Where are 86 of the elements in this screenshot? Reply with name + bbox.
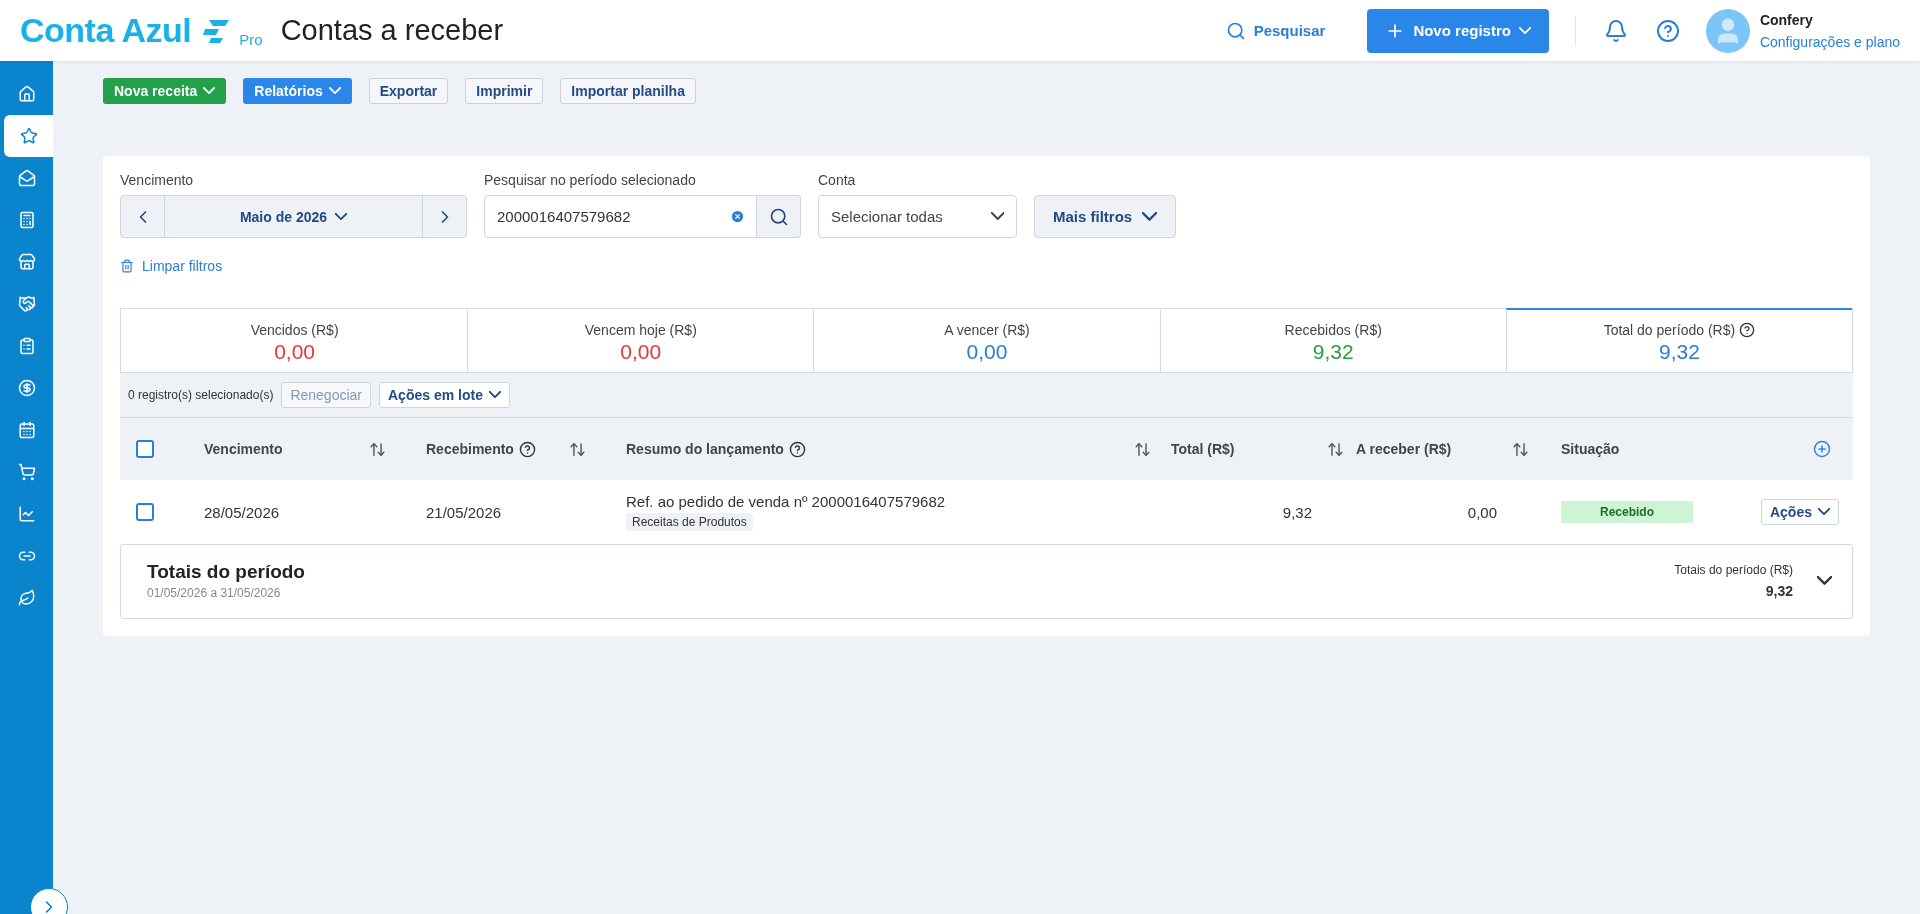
settings-link[interactable]: Configurações e plano — [1759, 33, 1900, 50]
summary-card[interactable]: Vencidos (R$) 0,00 — [121, 308, 468, 372]
column-label: Situação — [1561, 441, 1620, 457]
selection-count: 0 registro(s) selecionado(s) — [128, 388, 274, 402]
checkbox[interactable] — [136, 503, 154, 521]
search-button[interactable] — [757, 195, 801, 238]
table-cell-text: 21/05/2026 — [425, 503, 503, 521]
summary-value: 9,32 — [1658, 340, 1700, 364]
column-label: Resumo do lançamento — [626, 441, 784, 457]
help-icon[interactable] — [518, 440, 536, 458]
chevron-down-icon — [1818, 508, 1830, 516]
user-name: Confery — [1759, 11, 1814, 28]
page-title: Contas a receber — [280, 14, 504, 47]
column-header[interactable]: Vencimento — [184, 440, 406, 458]
summary-value: 9,32 — [1312, 340, 1354, 364]
sort-icon[interactable] — [569, 440, 586, 458]
caret-icon — [1817, 576, 1832, 585]
help-icon[interactable] — [1739, 322, 1756, 338]
column-header[interactable]: Situação — [1541, 441, 1733, 457]
column-header[interactable]: A receber (R$) — [1356, 440, 1541, 458]
search-icon — [1225, 20, 1246, 41]
summary-card[interactable]: Vencem hoje (R$) 0,00 — [467, 308, 814, 372]
search-icon — [768, 206, 789, 227]
column-label: Vencimento — [204, 441, 283, 457]
search-button[interactable]: Pesquisar — [1219, 19, 1332, 42]
totals-title: Totais do período — [147, 561, 305, 583]
sort-icon[interactable] — [1134, 440, 1151, 458]
summary-value: 0,00 — [274, 340, 316, 364]
sort-icon[interactable] — [1327, 440, 1344, 458]
field-label: Conta — [818, 172, 857, 188]
table-cell-text: 0,00 — [1466, 503, 1498, 521]
search-field[interactable]: 2000016407579682 — [484, 195, 757, 238]
chevron-down-icon — [328, 87, 341, 95]
logo: Conta Azul — [20, 11, 192, 50]
table-cell: Ref. ao pedido de venda nº 2000016407579682 — [626, 493, 946, 510]
chevron-down-icon — [990, 212, 1004, 221]
chevron-down-icon — [1518, 26, 1531, 35]
toolbar-button[interactable]: Exportar — [368, 78, 449, 104]
field-label: Pesquisar no período selecionado — [484, 172, 697, 188]
summary-label: Total do período (R$) — [1603, 322, 1756, 338]
plan-label: Pro — [239, 31, 263, 48]
column-header[interactable]: Total (R$) — [1171, 440, 1356, 458]
summary-card[interactable]: Recebidos (R$) 9,32 — [1159, 308, 1506, 372]
field-label: Vencimento — [120, 172, 195, 188]
column-label: A receber (R$) — [1356, 441, 1452, 457]
checkbox[interactable] — [136, 440, 154, 458]
column-header[interactable]: Recebimento — [406, 440, 606, 458]
clear-filters-link[interactable]: Limpar filtros — [120, 258, 223, 274]
sort-icon[interactable] — [369, 440, 386, 458]
chevron-down-icon — [1142, 212, 1158, 221]
more-filters-button[interactable]: Mais filtros — [1034, 195, 1177, 238]
toolbar-button[interactable]: Relatórios — [243, 78, 352, 104]
category-tag: Receitas de Produtos — [626, 513, 753, 531]
chevron-down-icon — [203, 87, 216, 95]
totals-value: 9,32 — [1765, 582, 1793, 599]
column-label: Total (R$) — [1171, 441, 1235, 457]
logo-icon — [201, 17, 232, 44]
toolbar-button[interactable]: Importar planilha — [560, 78, 696, 104]
help-icon[interactable] — [788, 440, 806, 458]
actions-button[interactable]: Ações — [1760, 499, 1839, 525]
totals-label: Totais do período (R$) — [1674, 562, 1793, 577]
summary-value: 0,00 — [620, 340, 662, 364]
bulk-actions-button[interactable]: Ações em lote — [379, 382, 510, 408]
table-cell-text: 9,32 — [1281, 503, 1313, 521]
notification-bell-icon[interactable] — [1603, 18, 1628, 43]
chevron-down-icon — [488, 391, 501, 399]
status-badge: Recebido — [1561, 501, 1693, 523]
expand-button[interactable] — [1817, 576, 1832, 585]
summary-label: Recebidos (R$) — [1284, 322, 1382, 338]
table-cell-text: 28/05/2026 — [203, 503, 281, 521]
new-record-button[interactable]: Novo registro — [1367, 8, 1549, 53]
toolbar-button[interactable]: Imprimir — [465, 78, 544, 104]
period-dropdown[interactable]: Maio de 2026 — [165, 196, 422, 237]
column-label: Recebimento — [426, 441, 514, 457]
sort-icon[interactable] — [1512, 440, 1529, 458]
add-column-icon[interactable] — [1813, 440, 1831, 458]
chevron-down-icon — [335, 212, 348, 221]
summary-label: A vencer (R$) — [944, 322, 1030, 338]
trash-icon — [120, 259, 134, 273]
totals-range: 01/05/2026 a 31/05/2026 — [147, 586, 282, 600]
summary-value: 0,00 — [966, 340, 1008, 364]
summary-label: Vencem hoje (R$) — [584, 322, 697, 338]
summary-label: Vencidos (R$) — [250, 322, 339, 338]
summary-card[interactable]: A vencer (R$) 0,00 — [813, 308, 1160, 372]
column-header[interactable]: Resumo do lançamento — [606, 440, 1171, 458]
account-select[interactable]: Selecionar todas — [818, 195, 1017, 238]
